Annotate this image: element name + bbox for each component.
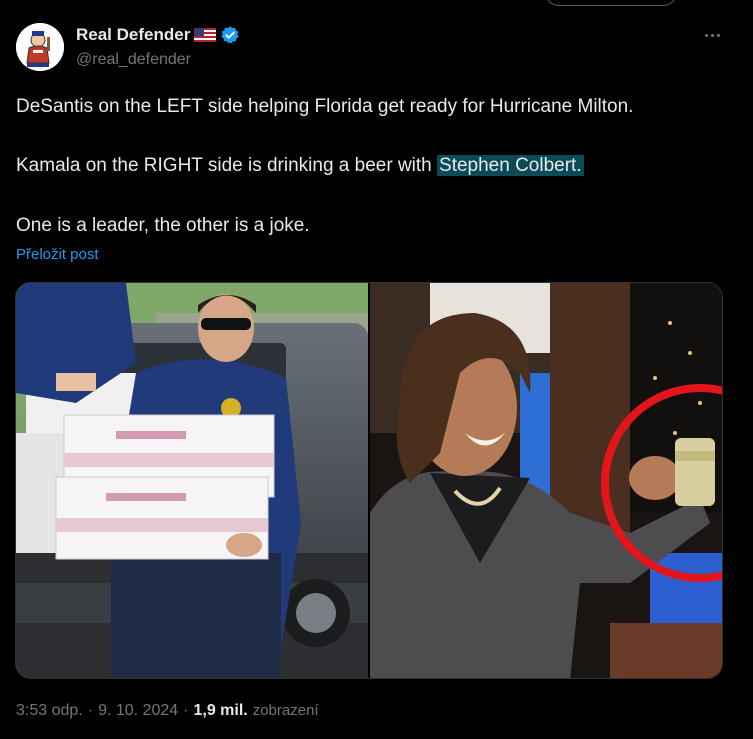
author-display-name[interactable]: Real Defender <box>76 25 190 45</box>
views-count: 1,9 mil. <box>193 702 248 719</box>
avatar[interactable] <box>16 23 64 71</box>
avatar-figure-icon <box>16 23 64 71</box>
views-label: zobrazení <box>252 702 319 719</box>
meta-separator: · <box>87 702 94 719</box>
more-options-icon[interactable] <box>700 27 724 43</box>
tweet-text-line-2: Kamala on the RIGHT side is drinking a b… <box>16 154 584 178</box>
tweet-text-line-1: DeSantis on the LEFT side helping Florid… <box>16 96 634 117</box>
translate-post-link[interactable]: Přeložit post <box>16 246 99 263</box>
tweet-text-line-3: One is a leader, the other is a joke. <box>16 215 310 236</box>
author-name-row: Real Defender <box>76 25 240 45</box>
us-flag-icon <box>194 28 217 42</box>
tweet-meta: 3:53 odp. · 9. 10. 2024 · 1,9 mil. zobra… <box>16 702 319 720</box>
verified-badge-icon[interactable] <box>220 25 240 45</box>
tweet-text-line-2-prefix: Kamala on the RIGHT side is drinking a b… <box>16 155 438 176</box>
media-image-left[interactable] <box>16 283 368 678</box>
desantis-photo-illustration <box>16 283 368 678</box>
mention-link[interactable]: Stephen Colbert. <box>437 155 584 176</box>
tweet-time[interactable]: 3:53 odp. <box>16 702 83 720</box>
tweet-date[interactable]: 9. 10. 2024 <box>98 702 178 720</box>
meta-separator: · <box>183 702 189 719</box>
media-grid <box>15 282 723 679</box>
media-image-right[interactable] <box>370 283 722 678</box>
author-handle[interactable]: @real_defender <box>76 51 191 69</box>
top-pill-button[interactable] <box>545 0 677 6</box>
harris-photo-illustration <box>370 283 722 678</box>
